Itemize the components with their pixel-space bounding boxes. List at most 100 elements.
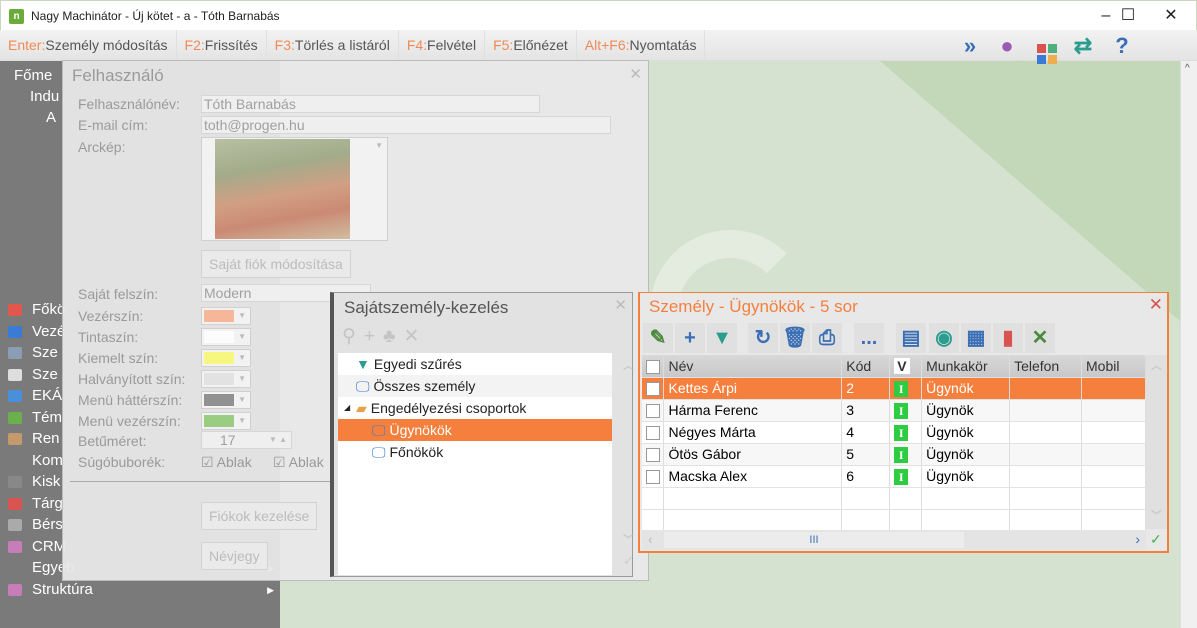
shortcut-button[interactable]: F4:Felvétel — [399, 30, 486, 61]
export-icon[interactable]: ▤ — [896, 323, 926, 353]
table-row[interactable]: Kettes Árpi 2 I Ügynök — [642, 377, 1146, 400]
help-icon[interactable]: ? — [1105, 32, 1139, 60]
main-scrollbar[interactable]: ^ — [1180, 61, 1197, 628]
unpin-icon[interactable]: ✕ — [404, 326, 428, 347]
row-checkbox[interactable] — [642, 377, 665, 400]
sidebar-item[interactable]: Főkö — [8, 299, 65, 321]
column-header-phone[interactable]: Telefon — [1009, 355, 1083, 378]
shortcut-label: Felvétel — [427, 37, 477, 53]
sidebar-item[interactable]: Kom — [8, 450, 63, 472]
column-header-name[interactable]: Név — [663, 355, 843, 378]
tooltip-option-1[interactable]: ☑ Ablak — [201, 454, 252, 471]
shortcut-button[interactable]: Enter:Személy módosítás — [0, 30, 177, 61]
shortcut-button[interactable]: F2:Frissítés — [177, 30, 267, 61]
person-management-panel: Sajátszemély-kezelés ✕ ⚲+♣✕ ▼ Egyedi szűr… — [330, 292, 634, 577]
maximize-button[interactable]: ☐ — [1108, 5, 1148, 27]
add-icon[interactable]: + — [364, 326, 383, 347]
tree-item[interactable]: 🖵 Főnökök — [338, 441, 612, 463]
cell-phone — [1009, 421, 1083, 444]
apps-grid-icon[interactable] — [1030, 32, 1064, 64]
table-row[interactable]: Négyes Márta 4 I Ügynök — [642, 421, 1146, 444]
scroll-up-icon[interactable]: ︿ — [623, 357, 634, 373]
username-field[interactable]: Tóth Barnabás — [201, 95, 540, 113]
tree-item[interactable]: ▼ Egyedi szűrés — [338, 353, 612, 375]
calendar-icon[interactable]: ▦ — [961, 323, 991, 353]
row-checkbox[interactable] — [642, 465, 665, 488]
font-size-value: 17 — [220, 432, 236, 448]
more-button[interactable]: ... — [854, 323, 884, 353]
close-icon[interactable]: ✕ — [1149, 295, 1163, 315]
column-header-mobile[interactable]: Mobil — [1081, 355, 1146, 378]
sidebar-item[interactable]: Bérs — [8, 514, 63, 536]
edit-icon[interactable]: ✎ — [643, 323, 673, 353]
scroll-down-icon[interactable]: ﹀ — [623, 531, 634, 547]
close-button[interactable]: ✕ — [1151, 5, 1191, 27]
color-picker[interactable]: ▼ — [201, 412, 251, 430]
menu-item-icon — [8, 497, 22, 510]
sidebar-item-label: Sze — [32, 365, 58, 383]
search-icon[interactable]: ⚲ — [342, 326, 364, 347]
confirm-icon[interactable]: ✓ — [623, 553, 634, 569]
shortcut-button[interactable]: F5:Előnézet — [485, 30, 577, 61]
sidebar-top-item[interactable]: Indu — [30, 86, 59, 108]
about-button[interactable]: Névjegy — [201, 542, 268, 570]
row-checkbox[interactable] — [642, 443, 665, 466]
row-checkbox[interactable] — [642, 399, 665, 422]
expand-icon[interactable]: » — [953, 32, 987, 60]
switch-icon[interactable]: ⇄ — [1066, 32, 1100, 60]
color-picker[interactable]: ▼ — [201, 349, 251, 367]
tree-item[interactable]: ◢ ▰ Engedélyezési csoportok — [338, 397, 612, 419]
select-all-checkbox[interactable] — [642, 355, 665, 378]
tree-item[interactable]: 🖵 Összes személy — [338, 375, 612, 397]
delete-icon[interactable]: 🗑 — [780, 323, 810, 353]
sidebar-item[interactable]: Sze — [8, 364, 58, 386]
sidebar-top-item[interactable]: A — [46, 107, 56, 129]
user-icon[interactable]: ● — [990, 32, 1024, 60]
email-field[interactable]: toth@progen.hu — [201, 116, 611, 134]
refresh-icon[interactable]: ↻ — [748, 323, 778, 353]
photo-box[interactable]: ▼ — [201, 137, 388, 241]
sidebar-item[interactable]: EKÁ — [8, 385, 62, 407]
add-icon[interactable]: + — [675, 323, 705, 353]
color-picker[interactable]: ▼ — [201, 391, 251, 409]
table-hscroll[interactable]: ‹ III › — [642, 530, 1146, 550]
table-row[interactable]: Ötös Gábor 5 I Ügynök — [642, 443, 1146, 466]
color-picker[interactable]: ▼ — [201, 328, 251, 346]
edit-account-button[interactable]: Saját fiók módosítása — [201, 250, 351, 278]
view-icon[interactable]: ◉ — [929, 323, 959, 353]
sidebar-item[interactable]: Tém — [8, 407, 62, 429]
sidebar-item[interactable]: Tárg — [8, 493, 63, 515]
sidebar-item[interactable]: CRM — [8, 536, 66, 558]
sidebar-item[interactable]: Sze — [8, 342, 58, 364]
shortcut-label: Személy módosítás — [45, 37, 168, 53]
sidebar-item[interactable]: Kisk — [8, 471, 60, 493]
color-picker[interactable]: ▼ — [201, 370, 251, 388]
shortcut-button[interactable]: F3:Törlés a listáról — [267, 30, 399, 61]
table-vscroll[interactable]: ︿ ﹀ — [1146, 355, 1167, 529]
sidebar-item[interactable]: Ren — [8, 428, 60, 450]
tooltip-option-2[interactable]: ☑ Ablak — [273, 454, 324, 471]
print-icon[interactable]: ⎙ — [812, 323, 842, 353]
close-icon[interactable]: ✕ — [629, 65, 642, 83]
color-picker[interactable]: ▼ — [201, 307, 251, 325]
sidebar-item-label: Tém — [32, 408, 62, 426]
sidebar-item[interactable]: Vezé — [8, 321, 65, 343]
close-icon[interactable]: ✕ — [614, 296, 627, 314]
chart-icon[interactable]: ▮ — [993, 323, 1023, 353]
unpin-icon[interactable]: ✕ — [1025, 323, 1055, 353]
row-checkbox[interactable] — [642, 421, 665, 444]
sidebar-item[interactable]: Struktúra — [8, 579, 93, 601]
shortcut-button[interactable]: Alt+F6:Nyomtatás — [577, 30, 706, 61]
column-header-code[interactable]: Kód — [841, 355, 891, 378]
column-header-job[interactable]: Munkakör — [921, 355, 1011, 378]
filter-icon[interactable]: ▼ — [707, 323, 737, 353]
table-row[interactable]: Hárma Ferenc 3 I Ügynök — [642, 399, 1146, 422]
confirm-icon[interactable]: ✓ — [1150, 531, 1162, 548]
column-header-v[interactable]: V — [889, 355, 923, 378]
table-row[interactable]: Macska Alex 6 I Ügynök — [642, 465, 1146, 488]
tree-icon[interactable]: ♣ — [383, 326, 403, 347]
manage-accounts-button[interactable]: Fiókok kezelése — [201, 502, 318, 530]
font-size-stepper[interactable]: 17 ▼ ▲ — [201, 431, 292, 449]
tree-item[interactable]: 🖵 Ügynökök — [338, 419, 612, 441]
sidebar-top-item[interactable]: Főme — [14, 65, 52, 87]
